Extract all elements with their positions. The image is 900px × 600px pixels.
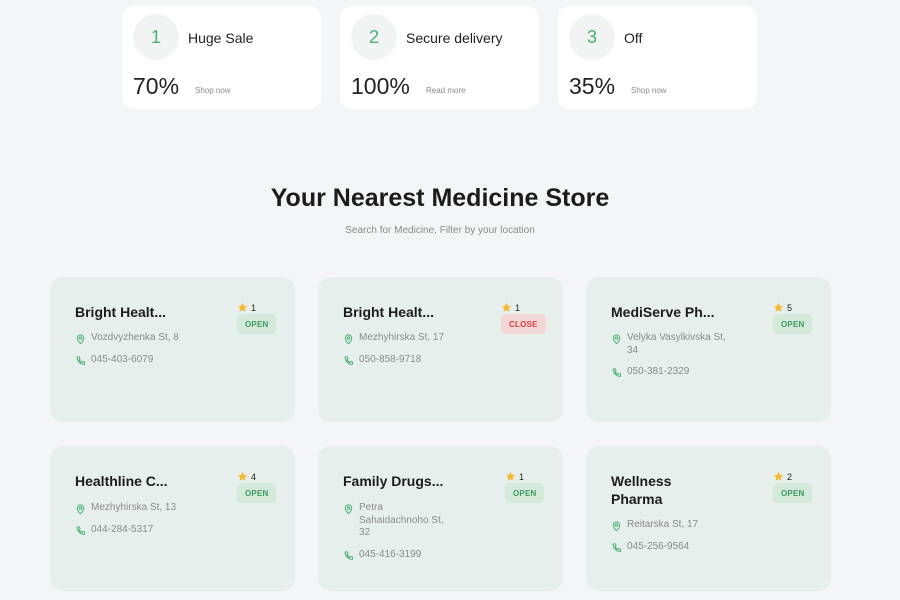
rating-value: 1 [515, 302, 521, 313]
promo-number-badge: 2 [351, 14, 397, 60]
store-card[interactable]: MediServe Ph... 5 OPEN Velyka Vasylkivsk… [586, 277, 831, 422]
promo-value: 100% [351, 73, 410, 99]
phone-text: 045-256-9564 [627, 541, 690, 552]
promo-card-off[interactable]: 3 Off 35% Shop now [558, 6, 757, 109]
store-rating: 1 [501, 302, 520, 313]
phone-text: 045-403-6079 [91, 354, 154, 365]
status-badge: OPEN [773, 314, 813, 334]
star-icon [237, 302, 248, 312]
store-phone: 045-416-3199 [343, 549, 543, 562]
store-card[interactable]: Bright Healt... 1 OPEN Vozdvyzhenka St, … [50, 277, 295, 422]
address-text: Reitarska St, 17 [627, 519, 699, 530]
section-subtitle: Search for Medicine, Filter by your loca… [345, 225, 535, 236]
star-icon [237, 471, 248, 481]
address-text: Velyka Vasylkivska St, 34 [627, 332, 726, 356]
rating-value: 1 [519, 471, 525, 482]
promo-card-huge-sale[interactable]: 1 Huge Sale 70% Shop now [122, 6, 321, 109]
phone-text: 050-381-2329 [627, 366, 690, 377]
store-info: Petra Sahaidachnoho St, 32 045-416-3199 [343, 502, 543, 562]
phone-icon [344, 550, 354, 560]
rating-value: 1 [251, 302, 257, 313]
store-info: Vozdvyzhenka St, 8 045-403-6079 [75, 332, 275, 367]
promo-row: 1 Huge Sale 70% Shop now 2 Secure delive… [122, 6, 757, 109]
store-phone: 045-256-9564 [611, 541, 811, 554]
rating-value: 5 [787, 302, 793, 313]
promo-title: Huge Sale [188, 30, 254, 46]
shop-now-link[interactable]: Shop now [195, 86, 231, 95]
store-rating: 1 [237, 302, 256, 313]
shop-now-link[interactable]: Shop now [631, 86, 667, 95]
store-address: Vozdvyzhenka St, 8 [75, 332, 275, 345]
store-phone: 050-858-9718 [343, 354, 543, 367]
store-rating: 2 [773, 471, 792, 482]
status-badge: CLOSE [501, 314, 546, 334]
store-name: Family Drugs... [343, 473, 444, 489]
store-card[interactable]: Bright Healt... 1 CLOSE Mezhyhirska St, … [318, 277, 563, 422]
store-address: Velyka Vasylkivska St, 34 [611, 332, 811, 357]
promo-number-badge: 3 [569, 14, 615, 60]
store-name: Bright Healt... [75, 304, 167, 320]
phone-text: 045-416-3199 [359, 548, 422, 560]
map-pin-icon [612, 334, 621, 345]
store-name: Bright Healt... [343, 304, 435, 320]
store-address: Petra Sahaidachnoho St, 32 [343, 502, 543, 540]
store-info: Mezhyhirska St, 17 050-858-9718 [343, 332, 543, 367]
store-name: Healthline C... [75, 473, 168, 489]
address-text: Mezhyhirska St, 13 [91, 502, 177, 513]
store-rating: 4 [237, 471, 256, 482]
map-pin-icon [76, 334, 85, 345]
status-badge: OPEN [237, 314, 277, 334]
phone-icon [612, 543, 622, 552]
phone-text: 044-284-5317 [91, 524, 154, 535]
store-phone: 045-403-6079 [75, 354, 275, 367]
status-badge: OPEN [505, 483, 545, 503]
store-info: Mezhyhirska St, 13 044-284-5317 [75, 502, 275, 537]
promo-title: Secure delivery [406, 30, 503, 46]
store-rating: 1 [505, 471, 524, 482]
read-more-link[interactable]: Read more [426, 86, 466, 95]
address-text: Mezhyhirska St, 17 [359, 332, 445, 343]
store-card[interactable]: Healthline C... 4 OPEN Mezhyhirska St, 1… [50, 446, 295, 591]
promo-value: 35% [569, 73, 616, 99]
address-text: Petra Sahaidachnoho St, 32 [359, 502, 444, 538]
phone-text: 050-858-9718 [359, 354, 422, 365]
rating-value: 2 [787, 471, 793, 482]
map-pin-icon [76, 504, 85, 515]
map-pin-icon [612, 521, 621, 532]
promo-title: Off [624, 30, 643, 46]
store-name: Wellness Pharma [611, 473, 672, 507]
store-phone: 044-284-5317 [75, 524, 275, 537]
promo-number-badge: 1 [133, 14, 179, 60]
section-title: Your Nearest Medicine Store [270, 184, 610, 212]
map-pin-icon [344, 334, 353, 345]
status-badge: OPEN [773, 483, 813, 503]
phone-icon [76, 356, 86, 365]
phone-icon [76, 526, 86, 535]
promo-card-secure-delivery[interactable]: 2 Secure delivery 100% Read more [340, 6, 539, 109]
phone-icon [612, 368, 622, 377]
address-text: Vozdvyzhenka St, 8 [91, 332, 179, 343]
store-card[interactable]: Wellness Pharma 2 OPEN Reitarska St, 17 … [586, 446, 831, 591]
map-pin-icon [344, 504, 353, 515]
star-icon [773, 471, 784, 481]
store-card[interactable]: Family Drugs... 1 OPEN Petra Sahaidachno… [318, 446, 563, 591]
store-rating: 5 [773, 302, 792, 313]
phone-icon [344, 356, 354, 365]
store-phone: 050-381-2329 [611, 366, 811, 379]
store-address: Reitarska St, 17 [611, 519, 811, 532]
store-info: Velyka Vasylkivska St, 34 050-381-2329 [611, 332, 811, 379]
store-address: Mezhyhirska St, 17 [343, 332, 543, 345]
store-grid: Bright Healt... 1 OPEN Vozdvyzhenka St, … [50, 277, 831, 591]
star-icon [501, 302, 512, 312]
promo-value: 70% [133, 73, 180, 99]
star-icon [505, 471, 516, 481]
store-address: Mezhyhirska St, 13 [75, 502, 275, 515]
rating-value: 4 [251, 471, 257, 482]
store-name: MediServe Ph... [611, 304, 715, 320]
store-info: Reitarska St, 17 045-256-9564 [611, 519, 811, 554]
star-icon [773, 302, 784, 312]
status-badge: OPEN [237, 483, 277, 503]
